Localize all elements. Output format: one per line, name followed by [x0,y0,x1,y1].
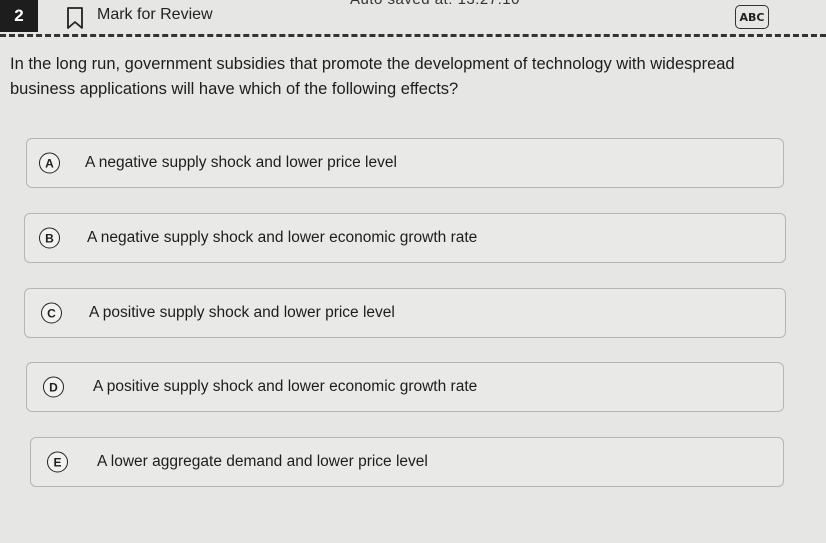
option-text: A positive supply shock and lower econom… [93,378,478,395]
question-stem: In the long run, government subsidies th… [10,55,735,98]
answer-option-d[interactable]: D A positive supply shock and lower econ… [26,362,784,412]
option-letter-badge: E [47,451,68,473]
option-letter-badge: A [39,152,60,174]
answer-option-b[interactable]: B A negative supply shock and lower econ… [24,213,786,263]
option-text: A negative supply shock and lower price … [85,154,397,171]
autosave-status: Auto saved at: 13:27:10 [350,0,520,8]
option-text: A negative supply shock and lower econom… [87,229,478,246]
bookmark-icon[interactable] [66,7,84,29]
abc-strikethrough-icon: ABC [739,10,765,24]
answer-option-e[interactable]: E A lower aggregate demand and lower pri… [30,437,784,487]
answer-option-a[interactable]: A A negative supply shock and lower pric… [26,138,784,188]
option-letter-badge: D [43,376,64,398]
header-divider [0,34,826,37]
answer-option-c[interactable]: C A positive supply shock and lower pric… [24,288,786,338]
option-letter-badge: B [39,227,60,249]
option-text: A lower aggregate demand and lower price… [97,453,428,470]
mark-for-review-label[interactable]: Mark for Review [97,6,213,24]
option-text: A positive supply shock and lower price … [89,304,395,321]
abc-strikethrough-button[interactable]: ABC [735,5,769,29]
question-header: 2 Mark for Review Auto saved at: 13:27:1… [0,0,826,34]
option-letter-badge: C [41,302,62,324]
question-number: 2 [0,0,38,32]
